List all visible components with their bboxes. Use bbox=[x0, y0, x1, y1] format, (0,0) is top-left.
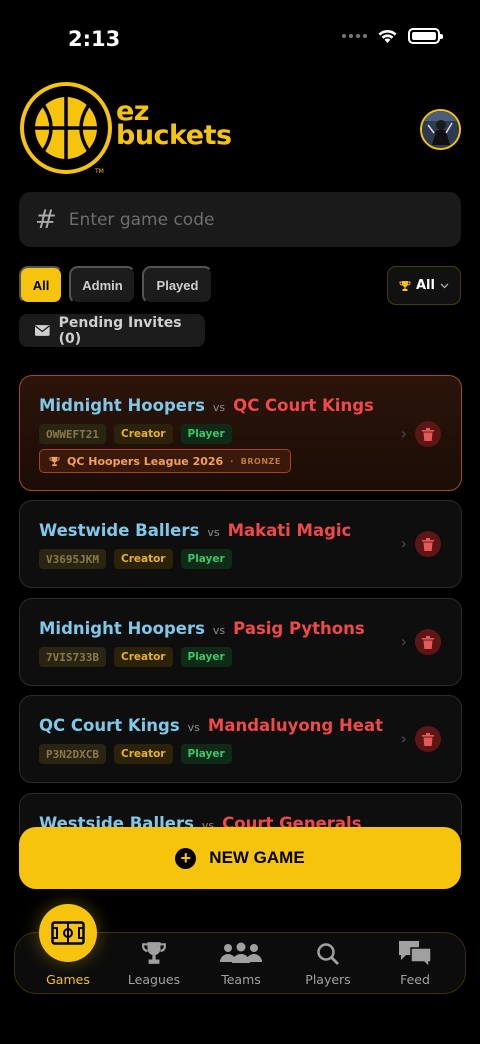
trophy-icon bbox=[49, 456, 60, 466]
game-list: Midnight Hoopers vs QC Court Kings OWWEFT2… bbox=[19, 375, 462, 835]
game-code-field[interactable]: # bbox=[19, 192, 461, 247]
tab-leagues-label: Leagues bbox=[127, 972, 181, 987]
delete-game-button[interactable] bbox=[415, 421, 441, 447]
league-filter-dropdown[interactable]: All bbox=[387, 266, 461, 305]
game-code-tag: P3N2DXCB bbox=[39, 744, 106, 764]
plus-circle-icon: + bbox=[175, 847, 197, 869]
tab-games-active-icon[interactable] bbox=[39, 904, 97, 962]
trash-icon bbox=[422, 732, 434, 746]
chevron-right-icon: › bbox=[400, 632, 407, 651]
app-logo: ez buckets TM bbox=[18, 82, 238, 178]
home-team: QC Court Kings bbox=[39, 716, 180, 735]
profile-avatar[interactable] bbox=[420, 109, 461, 150]
home-team: Westwide Ballers bbox=[39, 521, 200, 540]
tab-players[interactable]: Players bbox=[298, 933, 358, 995]
trash-icon bbox=[422, 635, 434, 649]
vs-label: vs bbox=[212, 401, 226, 414]
basketball-logo-icon bbox=[20, 82, 112, 174]
tab-feed-label: Feed bbox=[400, 972, 430, 987]
filter-chip-all[interactable]: All bbox=[19, 266, 63, 304]
tab-players-label: Players bbox=[305, 972, 351, 987]
game-code-tag: OWWEFT21 bbox=[39, 424, 106, 444]
logo-wordmark: ez buckets bbox=[116, 98, 232, 151]
league-filter-label: All bbox=[416, 278, 435, 293]
chevron-right-icon: › bbox=[400, 424, 407, 443]
trophy-icon bbox=[399, 280, 411, 291]
avatar-image bbox=[422, 111, 458, 147]
game-code-tag: 7VIS733B bbox=[39, 647, 106, 667]
status-icons bbox=[342, 28, 443, 44]
chevron-right-icon: › bbox=[400, 729, 407, 748]
matchup: QC Court Kings vs Mandaluyong Heat bbox=[39, 716, 383, 735]
matchup: Midnight Hoopers vs Pasig Pythons bbox=[39, 619, 365, 638]
signal-icon bbox=[342, 34, 367, 38]
game-card[interactable]: Midnight Hoopers vs QC Court Kings OWWEFT2… bbox=[19, 375, 462, 491]
team-icon bbox=[220, 942, 262, 963]
game-card[interactable]: QC Court Kings vs Mandaluyong Heat P3N2DXC… bbox=[19, 695, 462, 783]
home-team: Midnight Hoopers bbox=[39, 619, 205, 638]
game-tags: OWWEFT21 Creator Player bbox=[39, 424, 232, 444]
trophy-icon bbox=[142, 942, 166, 964]
game-code-tag: V3695JKM bbox=[39, 549, 106, 569]
away-team: QC Court Kings bbox=[233, 396, 374, 415]
trash-icon bbox=[422, 537, 434, 551]
delete-game-button[interactable] bbox=[415, 726, 441, 752]
logo-trademark: TM bbox=[95, 168, 104, 175]
creator-badge: Creator bbox=[113, 424, 173, 444]
player-badge: Player bbox=[180, 424, 232, 444]
tab-feed[interactable]: Feed bbox=[385, 933, 445, 995]
game-tags: P3N2DXCB Creator Player bbox=[39, 744, 232, 764]
tab-leagues[interactable]: Leagues bbox=[121, 933, 187, 995]
delete-game-button[interactable] bbox=[415, 629, 441, 655]
away-team: Makati Magic bbox=[227, 521, 352, 540]
away-team: Mandaluyong Heat bbox=[207, 716, 383, 735]
league-tier: BRONZE bbox=[240, 456, 281, 466]
game-tags: 7VIS733B Creator Player bbox=[39, 647, 232, 667]
status-time: 2:13 bbox=[68, 27, 121, 51]
vs-label: vs bbox=[187, 721, 200, 734]
matchup: Midnight Hoopers vs QC Court Kings bbox=[39, 396, 374, 415]
game-code-input[interactable] bbox=[68, 209, 429, 230]
tab-games-label: Games bbox=[46, 972, 90, 987]
creator-badge: Creator bbox=[113, 549, 173, 569]
logo-line-2: buckets bbox=[116, 120, 232, 151]
hash-icon: # bbox=[35, 204, 57, 235]
game-card[interactable]: Midnight Hoopers vs Pasig Pythons 7VIS733B… bbox=[19, 598, 462, 686]
home-team: Midnight Hoopers bbox=[39, 396, 205, 415]
player-badge: Player bbox=[180, 549, 232, 569]
delete-game-button[interactable] bbox=[415, 531, 441, 557]
game-tags: V3695JKM Creator Player bbox=[39, 549, 232, 569]
trash-icon bbox=[422, 427, 434, 441]
court-icon bbox=[51, 921, 85, 945]
player-badge: Player bbox=[180, 647, 232, 667]
tab-teams-label: Teams bbox=[221, 972, 261, 987]
new-game-button[interactable]: + NEW GAME bbox=[19, 827, 461, 889]
league-name: QC Hoopers League 2026 bbox=[67, 454, 224, 468]
filter-chip-played[interactable]: Played bbox=[142, 266, 213, 304]
creator-badge: Creator bbox=[113, 647, 173, 667]
away-team: Pasig Pythons bbox=[233, 619, 365, 638]
envelope-icon bbox=[35, 325, 50, 336]
chevron-down-icon bbox=[440, 283, 449, 288]
player-badge: Player bbox=[180, 744, 232, 764]
new-game-label: NEW GAME bbox=[209, 848, 305, 867]
status-bar: 2:13 bbox=[0, 0, 480, 70]
search-icon bbox=[317, 943, 339, 965]
tab-teams[interactable]: Teams bbox=[211, 933, 271, 995]
battery-icon bbox=[408, 28, 443, 44]
matchup: Westwide Ballers vs Makati Magic bbox=[39, 521, 351, 540]
creator-badge: Creator bbox=[113, 744, 173, 764]
league-badge: QC Hoopers League 2026 · BRONZE bbox=[39, 449, 291, 473]
wifi-icon bbox=[378, 29, 397, 43]
game-card[interactable]: Westwide Ballers vs Makati Magic V3695JKM … bbox=[19, 500, 462, 588]
pending-invites-label: Pending Invites (0) bbox=[58, 314, 182, 347]
chevron-right-icon: › bbox=[400, 534, 407, 553]
vs-label: vs bbox=[212, 624, 226, 637]
league-separator: · bbox=[230, 456, 234, 466]
vs-label: vs bbox=[207, 526, 220, 539]
pending-invites-button[interactable]: Pending Invites (0) bbox=[19, 314, 205, 347]
chat-icon bbox=[399, 941, 432, 967]
filter-chip-admin[interactable]: Admin bbox=[69, 266, 136, 304]
